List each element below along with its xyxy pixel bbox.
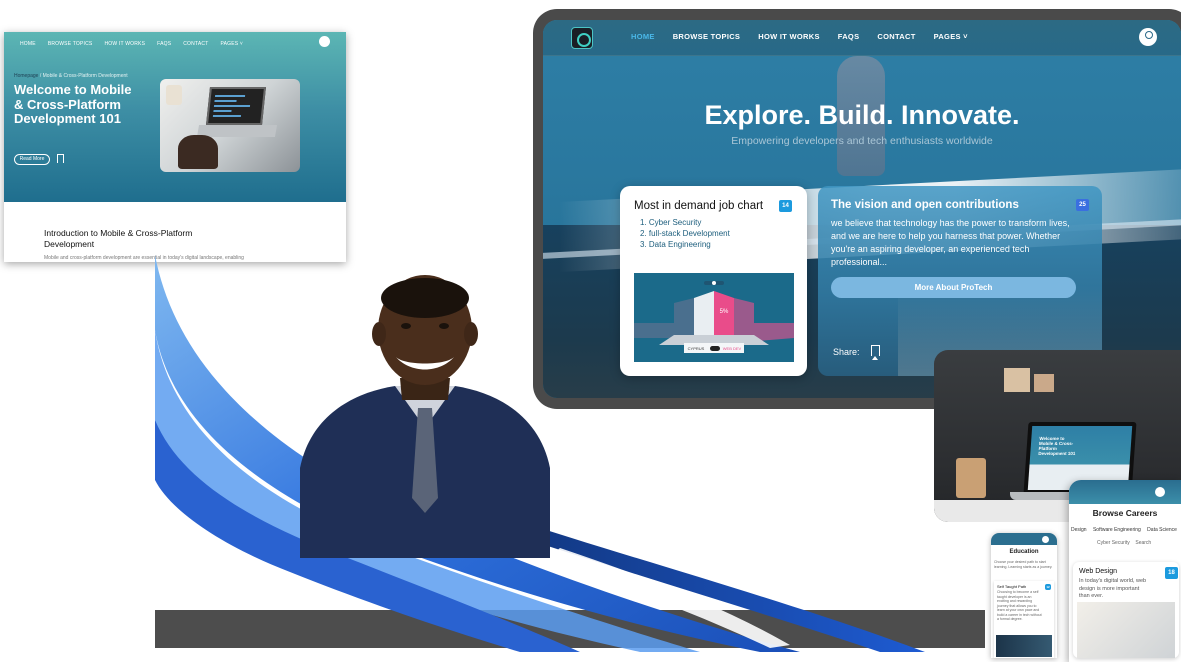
tab-design[interactable]: Design (1071, 527, 1087, 533)
tab-software-engineering[interactable]: Software Engineering (1093, 527, 1141, 533)
tab-data-science[interactable]: Data Science (1147, 527, 1177, 533)
user-icon[interactable] (1042, 536, 1049, 543)
self-taught-badge: 12 (1045, 584, 1051, 590)
web-design-title: Web Design (1079, 568, 1118, 575)
web-design-image (1077, 602, 1175, 658)
self-taught-title: Self Taught Path (997, 584, 1027, 589)
web-design-text: In today's digital world, web design is … (1079, 578, 1147, 599)
phone-careers-mockup: Browse Careers Design Software Engineeri… (1069, 480, 1181, 662)
education-intro: Choose your desired path to start learni… (994, 560, 1053, 569)
tab-cyber-security[interactable]: Cyber Security (1097, 540, 1130, 546)
pencil-cup (956, 458, 986, 498)
sticky-note (1004, 368, 1030, 392)
user-icon[interactable] (1155, 487, 1165, 497)
collage: HOME BROWSE TOPICS HOW IT WORKS FAQS CON… (0, 0, 1181, 662)
education-title: Education (1009, 549, 1039, 555)
presenter-photo (300, 275, 550, 558)
self-taught-card[interactable]: Self Taught Path 12 Choosing to become a… (994, 581, 1054, 658)
web-design-badge: 18 (1165, 567, 1178, 579)
sticky-note (1034, 374, 1054, 392)
tab-search[interactable]: Search (1135, 540, 1151, 546)
self-taught-text: Choosing to become a self taught develop… (997, 590, 1042, 621)
browse-careers-title: Browse Careers (1092, 508, 1158, 518)
career-tabs: Design Software Engineering Data Science (1071, 527, 1181, 533)
web-design-card[interactable]: Web Design 18 In today's digital world, … (1073, 562, 1179, 658)
phone-education-mockup: Education Choose your desired path to st… (991, 533, 1057, 658)
self-taught-image (996, 635, 1052, 657)
career-tabs-row2: Cyber Security Search (1097, 540, 1151, 546)
laptop-screen-title: Welcome to Mobile & Cross-Platform Devel… (1038, 436, 1076, 456)
